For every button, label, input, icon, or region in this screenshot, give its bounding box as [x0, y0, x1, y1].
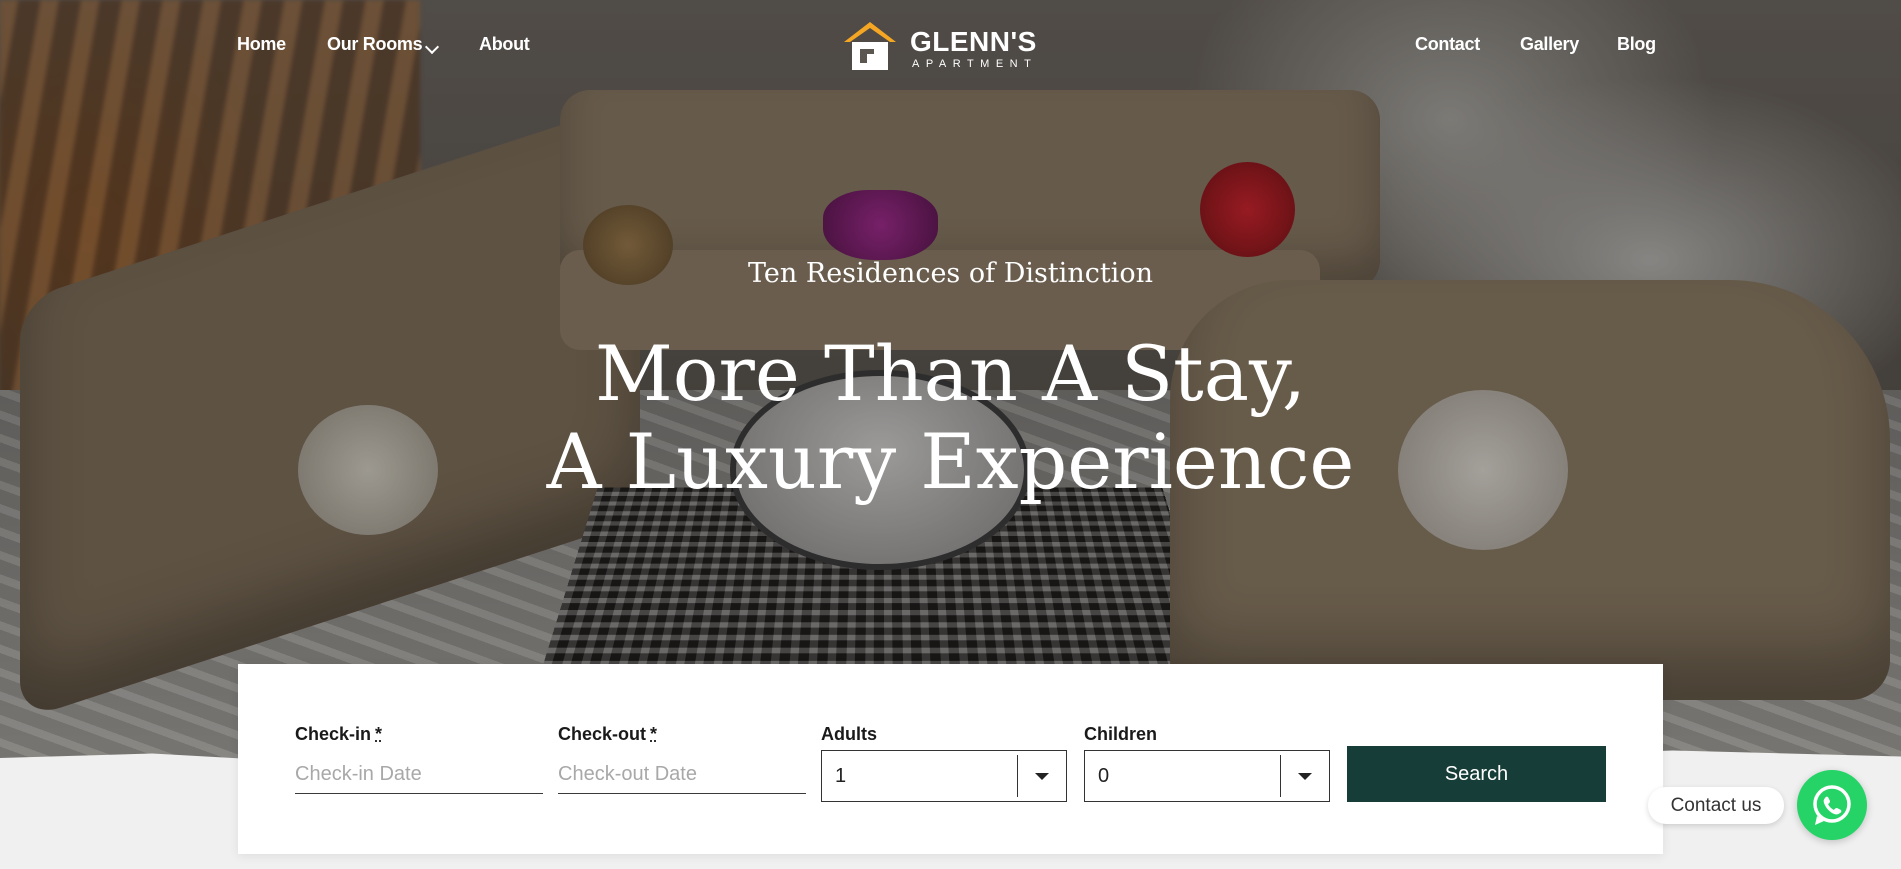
search-button[interactable]: Search	[1347, 746, 1606, 802]
hero-tagline: Ten Residences of Distinction	[748, 258, 1153, 289]
headline-line-1: More Than A Stay,	[594, 329, 1307, 418]
children-label: Children	[1084, 724, 1158, 744]
logo-subtitle: APARTMENT	[912, 58, 1038, 70]
contact-us-label[interactable]: Contact us	[1648, 787, 1784, 824]
required-mark: *	[650, 724, 658, 744]
adults-label: Adults	[821, 724, 877, 744]
caret-down-icon	[1298, 773, 1312, 780]
nav-about[interactable]: About	[479, 34, 530, 55]
select-divider	[1016, 755, 1018, 797]
nav-contact[interactable]: Contact	[1415, 34, 1480, 55]
select-divider	[1279, 755, 1281, 797]
adults-select[interactable]: 1	[821, 750, 1067, 802]
headline-line-2: A Luxury Experience	[546, 417, 1355, 506]
site-logo[interactable]: GLENN'S APARTMENT	[840, 20, 1055, 72]
checkout-label-text: Check-out	[558, 724, 647, 744]
whatsapp-icon	[1813, 785, 1851, 825]
whatsapp-button[interactable]	[1797, 770, 1867, 840]
caret-down-icon	[1035, 773, 1049, 780]
nav-gallery[interactable]: Gallery	[1520, 34, 1579, 55]
nav-home[interactable]: Home	[237, 34, 286, 55]
adults-value: 1	[835, 765, 847, 787]
nav-blog[interactable]: Blog	[1617, 34, 1656, 55]
booking-form: Check-in* Check-out* Adults 1 Children 0…	[238, 664, 1663, 854]
logo-name: GLENN'S	[910, 26, 1037, 57]
checkout-label: Check-out *	[558, 724, 657, 745]
children-value: 0	[1098, 765, 1110, 787]
checkin-date-input[interactable]	[295, 756, 543, 794]
checkin-label-text: Check-in	[295, 724, 372, 744]
hero-headline: More Than A Stay, A Luxury Experience	[0, 330, 1901, 506]
house-logo-icon	[844, 22, 896, 70]
checkin-label: Check-in *	[295, 724, 382, 745]
checkout-date-input[interactable]	[558, 756, 806, 794]
children-select[interactable]: 0	[1084, 750, 1330, 802]
nav-our-rooms[interactable]: Our Rooms	[327, 34, 423, 55]
required-mark: *	[375, 724, 383, 744]
